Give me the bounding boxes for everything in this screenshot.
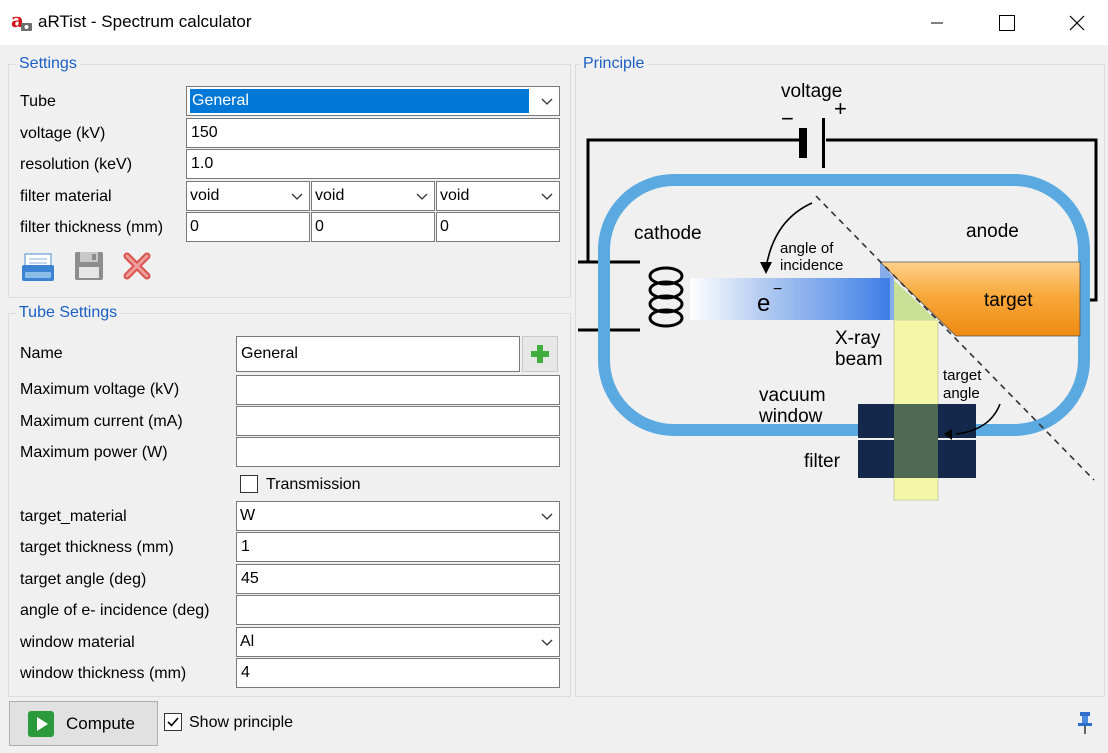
window-text: window	[758, 406, 823, 427]
resolution-input[interactable]: 1.0	[186, 149, 560, 179]
tube-label: Tube	[20, 93, 56, 110]
pin-button[interactable]	[1074, 710, 1096, 736]
max-voltage-label: Maximum voltage (kV)	[20, 381, 180, 398]
target-material-value: W	[240, 507, 256, 524]
filter-material-value-3: void	[440, 187, 470, 204]
filter-material-label: filter material	[20, 188, 112, 205]
chevron-down-icon	[541, 639, 553, 646]
plus-icon	[531, 345, 549, 363]
show-principle-label: Show principle	[189, 714, 294, 731]
xray-text: X-ray	[835, 328, 881, 349]
show-principle-checkbox[interactable]	[164, 713, 182, 731]
incidence-angle-input[interactable]	[236, 595, 560, 625]
title-bar: a aRTist - Spectrum calculator	[0, 0, 1108, 45]
electron-charge-text: −	[773, 281, 782, 298]
open-folder-icon	[22, 253, 54, 281]
window-material-value: Al	[240, 633, 255, 650]
max-power-input[interactable]	[236, 437, 560, 467]
chevron-down-icon	[541, 193, 553, 200]
window-material-label: window material	[20, 634, 135, 651]
max-current-label: Maximum current (mA)	[20, 413, 183, 430]
close-button[interactable]	[1054, 0, 1100, 45]
name-input[interactable]: General	[236, 336, 520, 372]
filter-thickness-input-3[interactable]: 0	[436, 212, 560, 242]
compute-button[interactable]: Compute	[9, 701, 158, 746]
target-material-select[interactable]: W	[236, 501, 560, 531]
artist-logo-icon: a	[10, 8, 32, 32]
open-button[interactable]	[17, 245, 59, 287]
window-material-select[interactable]: Al	[236, 627, 560, 657]
chevron-down-icon	[416, 193, 428, 200]
window-beam-overlap	[894, 404, 938, 478]
name-label: Name	[20, 345, 63, 362]
battery-positive-plate	[822, 118, 825, 168]
minus-sign: −	[781, 106, 794, 131]
close-icon	[1069, 15, 1085, 30]
filter-thickness-label: filter thickness (mm)	[20, 219, 164, 236]
cathode-coil	[648, 266, 684, 328]
max-voltage-input[interactable]	[236, 375, 560, 405]
transmission-label: Transmission	[266, 476, 361, 493]
transmission-checkbox[interactable]	[240, 475, 258, 493]
filter-material-select-2[interactable]: void	[311, 181, 435, 211]
maximize-icon	[999, 14, 1015, 31]
angle-of-text: angle of	[780, 240, 834, 257]
filter-text: filter	[804, 451, 841, 472]
tube-select-value: General	[190, 89, 529, 113]
filter-material-value-1: void	[190, 187, 220, 204]
tube-settings-group-title: Tube Settings	[16, 304, 121, 322]
target-material-label: target_material	[20, 508, 127, 525]
filter-material-select-3[interactable]: void	[436, 181, 560, 211]
filter-thickness-input-2[interactable]: 0	[311, 212, 435, 242]
save-button[interactable]	[68, 245, 110, 287]
play-icon	[28, 710, 54, 737]
voltage-input[interactable]: 150	[186, 118, 560, 148]
incidence-text: incidence	[780, 257, 843, 274]
target-text: target	[984, 290, 1033, 311]
beam-text: beam	[835, 349, 883, 370]
electron-text: e	[757, 290, 770, 317]
window-thickness-input[interactable]: 4	[236, 658, 560, 688]
filter-thickness-input-1[interactable]: 0	[186, 212, 310, 242]
resolution-label: resolution (keV)	[20, 156, 133, 173]
target-angle-text-1: target	[943, 367, 982, 384]
target-thickness-label: target thickness (mm)	[20, 539, 174, 556]
tube-select[interactable]: General	[186, 86, 560, 116]
vacuum-text: vacuum	[759, 385, 826, 406]
maximize-button[interactable]	[984, 0, 1030, 45]
checkmark-icon	[167, 717, 179, 727]
anode-text: anode	[966, 221, 1019, 242]
plus-sign: +	[834, 96, 847, 121]
target-thickness-input[interactable]: 1	[236, 532, 560, 562]
voltage-label: voltage (kV)	[20, 125, 106, 142]
add-tube-button[interactable]	[522, 336, 558, 372]
target-angle-text-2: angle	[943, 385, 980, 402]
window-title: aRTist - Spectrum calculator	[38, 12, 252, 31]
max-power-label: Maximum power (W)	[20, 444, 168, 461]
xray-tube-diagram: voltage − + cathode anode angle of incid…	[578, 81, 1098, 501]
incidence-angle-label: angle of e- incidence (deg)	[20, 602, 210, 619]
delete-x-icon	[123, 252, 151, 280]
cathode-text: cathode	[634, 223, 702, 244]
max-current-input[interactable]	[236, 406, 560, 436]
filter-material-select-1[interactable]: void	[186, 181, 310, 211]
chevron-down-icon	[541, 98, 553, 105]
filter-material-value-2: void	[315, 187, 345, 204]
chevron-down-icon	[291, 193, 303, 200]
target-angle-label: target angle (deg)	[20, 571, 147, 588]
pin-icon	[1078, 712, 1092, 734]
minimize-button[interactable]	[914, 0, 960, 45]
chevron-down-icon	[541, 513, 553, 520]
electron-beam	[690, 278, 890, 320]
settings-group-title: Settings	[16, 55, 80, 73]
save-disk-icon	[75, 252, 103, 280]
minimize-icon	[931, 22, 943, 23]
battery-negative-plate	[799, 128, 807, 158]
compute-label: Compute	[66, 713, 135, 733]
window-thickness-label: window thickness (mm)	[20, 665, 187, 682]
target-angle-input[interactable]: 45	[236, 564, 560, 594]
delete-button[interactable]	[116, 245, 158, 287]
